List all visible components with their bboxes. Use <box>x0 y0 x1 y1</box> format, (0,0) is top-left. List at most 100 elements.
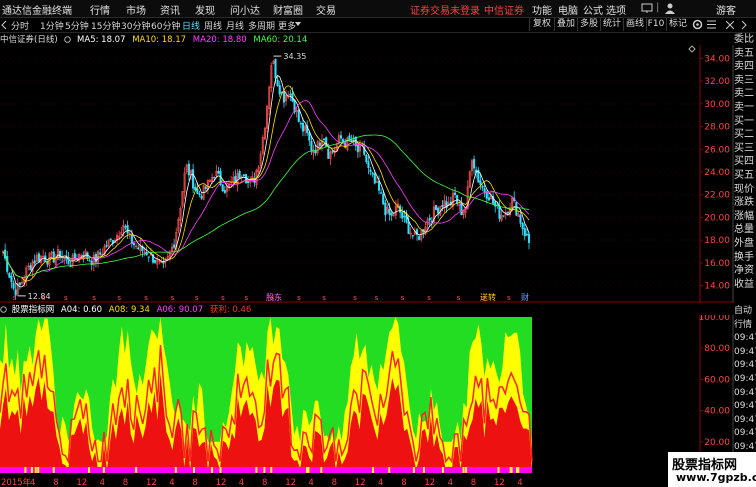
indicator-chart[interactable]: 20.00 40.00 60.00 80.00 100.00 <box>0 315 756 487</box>
base-yellow-tick <box>497 467 500 473</box>
candle-body <box>318 142 321 147</box>
base-yellow-tick <box>516 467 519 473</box>
indicator-name[interactable]: 股票指标网 <box>12 305 55 315</box>
event-marker: s <box>92 294 96 302</box>
base-yellow-tick <box>37 467 40 473</box>
menu-icon[interactable] <box>706 19 717 30</box>
candle-body <box>213 176 216 179</box>
x-tick-label-7: 4 <box>169 478 174 487</box>
base-yellow-tick <box>135 467 138 473</box>
side-label: 买二 <box>734 129 754 141</box>
tab-1min[interactable]: 1分钟 <box>40 19 64 32</box>
ma10-line <box>2 85 530 282</box>
gear-icon[interactable] <box>64 36 72 43</box>
candle-body <box>310 140 313 152</box>
divider: | <box>656 2 660 13</box>
user-icon[interactable] <box>665 3 675 14</box>
y-tick-label-7: 28.00 <box>704 123 730 133</box>
candle-body <box>331 150 334 153</box>
settings-icon[interactable] <box>692 19 703 30</box>
x-tick-label-13: 4 <box>308 478 313 487</box>
candle-body <box>204 186 207 189</box>
menu-item-computer[interactable]: 电脑 <box>558 2 578 17</box>
tab-30min[interactable]: 30分钟 <box>121 19 150 32</box>
candle-body <box>377 180 381 191</box>
candle-body <box>473 159 476 169</box>
menu-bar: 通达信金融终端 行情 市场 资讯 发现 问小达 财富圈 交易 证券交易未登录 中… <box>0 0 756 18</box>
tab-weekly[interactable]: 周线 <box>204 19 222 32</box>
menu-item-trade[interactable]: 交易 <box>316 2 336 17</box>
candle-body <box>323 138 326 141</box>
menu-item-news[interactable]: 资讯 <box>160 2 180 17</box>
event-marker: s <box>375 294 379 302</box>
candle-body <box>348 135 351 140</box>
tab-15min[interactable]: 15分钟 <box>91 19 120 32</box>
tick-time: 09:47 <box>734 346 756 357</box>
overlay-button[interactable]: 叠加 <box>554 18 577 31</box>
candle-body <box>437 207 440 214</box>
x-tick-label-17: 8 <box>401 478 406 487</box>
side-label: 现价 <box>734 183 754 195</box>
candle-body <box>435 205 438 211</box>
menu-item-market[interactable]: 市场 <box>126 2 146 17</box>
y-tick-label-2: 18.00 <box>704 236 730 246</box>
chevron-right-icon[interactable] <box>741 20 747 30</box>
broker-link[interactable]: 中信证券 <box>484 2 524 17</box>
tab-5min[interactable]: 5分钟 <box>65 19 89 32</box>
chevron-left-icon[interactable] <box>1 20 7 30</box>
tab-more[interactable]: 更多 <box>278 19 296 32</box>
mark-button[interactable]: 标记 <box>666 18 689 31</box>
tab-multi-period[interactable]: 多周期 <box>248 19 275 32</box>
guest-label[interactable]: 游客 <box>716 2 736 17</box>
candle-body <box>388 208 391 215</box>
f10-button[interactable]: F10 <box>646 18 665 31</box>
dropdown-icon[interactable] <box>295 22 301 27</box>
candle-body <box>481 185 484 188</box>
candle-body <box>384 202 387 216</box>
login-notice[interactable]: 证券交易未登录 <box>410 2 480 17</box>
candle-body <box>483 188 486 193</box>
candle-body <box>238 170 241 179</box>
multi-stock-button[interactable]: 多股 <box>577 18 600 31</box>
restore-right-button[interactable]: 复权 <box>529 18 554 31</box>
watermark: 股票指标网 www.7gpzb.com <box>668 452 756 487</box>
menu-item-wealth[interactable]: 财富圈 <box>273 2 303 17</box>
menu-item-function[interactable]: 功能 <box>532 2 552 17</box>
menu-item-quotes[interactable]: 行情 <box>90 2 110 17</box>
menu-item-options[interactable]: 选项 <box>606 2 626 17</box>
candlestick-chart[interactable]: 14.00 16.00 18.00 20.00 22.00 24.00 26.00 28.00… <box>0 45 756 303</box>
menu-item-discover[interactable]: 发现 <box>195 2 215 17</box>
gear-icon[interactable] <box>0 306 7 313</box>
event-marker: s <box>507 294 511 302</box>
event-marker: s <box>297 294 301 302</box>
tab-daily[interactable]: 日线 <box>182 19 200 32</box>
menu-item-formula[interactable]: 公式 <box>583 2 603 17</box>
event-marker: s <box>13 294 17 302</box>
min-price-label: 12.84 <box>28 292 51 301</box>
candle-body <box>124 226 127 228</box>
candle-body <box>369 169 372 172</box>
monitor-icon[interactable] <box>641 3 653 14</box>
x-tick-label-4: 4 <box>100 478 105 487</box>
x-tick-label-16: 4 <box>378 478 383 487</box>
ind-y-label-1: 40.00 <box>704 407 730 417</box>
menu-item-ask[interactable]: 问小达 <box>230 2 260 17</box>
base-yellow-tick <box>30 467 33 473</box>
close-icon[interactable] <box>726 21 734 29</box>
candle-body <box>276 79 279 87</box>
candle-body <box>217 170 220 174</box>
x-tick-label-22: 4 <box>517 478 522 487</box>
tab-monthly[interactable]: 月线 <box>226 19 244 32</box>
tick-time: 09:47 <box>734 387 756 398</box>
ind-y-label-2: 60.00 <box>704 375 730 385</box>
tab-60min[interactable]: 60分钟 <box>151 19 180 32</box>
tab-minute[interactable]: 分时 <box>11 19 29 32</box>
candle-body <box>390 212 393 216</box>
x-tick-label-15: 12 <box>355 478 366 487</box>
tick-side-panel: 自动行情 09:47 09:47 09:47 09:47 09:47 09:47 09:47 0… <box>734 305 756 475</box>
stats-button[interactable]: 统计 <box>600 18 623 31</box>
draw-line-button[interactable]: 画线 <box>623 18 646 31</box>
tick-time: 09:47 <box>734 414 756 425</box>
event-marker: s <box>144 294 148 302</box>
x-tick-label-6: 12 <box>146 478 157 487</box>
